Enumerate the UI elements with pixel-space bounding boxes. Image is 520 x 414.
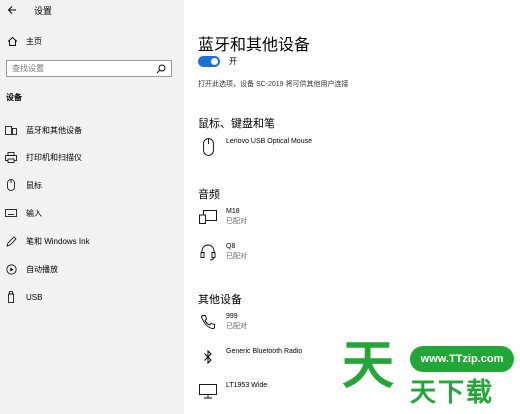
bluetooth-toggle[interactable] — [198, 56, 220, 67]
device-status: 已配对 — [226, 323, 247, 330]
sidebar-item-autoplay[interactable]: 自动播放 — [0, 261, 184, 277]
section-title-other-devices: 其他设备 — [198, 294, 242, 306]
sidebar-item-pen[interactable]: 笔和 Windows Ink — [0, 233, 184, 249]
sidebar: 设置 主页 设备 蓝牙和其他设备 打印机和扫描仪 鼠标 输入 — [0, 0, 184, 414]
device-name: Q8 — [226, 243, 236, 250]
sidebar-item-bluetooth[interactable]: 蓝牙和其他设备 — [0, 122, 184, 138]
search-icon[interactable] — [156, 64, 166, 74]
watermark-url: www.TTzip.com — [420, 353, 504, 365]
sidebar-item-typing[interactable]: 输入 — [0, 205, 184, 221]
watermark-big-char: 天 — [342, 336, 395, 396]
printer-icon — [5, 151, 17, 163]
device-name: 999 — [226, 313, 238, 320]
sidebar-item-label: USB — [26, 292, 43, 302]
section-title-audio: 音频 — [198, 189, 220, 201]
sidebar-item-printers[interactable]: 打印机和扫描仪 — [0, 149, 184, 165]
sidebar-item-usb[interactable]: USB — [0, 289, 184, 305]
discoverable-description: 打开此选项，设备 SC-2019 将可供其他用户连接 — [198, 81, 349, 88]
sidebar-item-mouse[interactable]: 鼠标 — [0, 177, 184, 193]
search-box[interactable] — [6, 60, 172, 77]
bluetooth-devices-icon — [5, 124, 17, 136]
keyboard-icon — [5, 207, 17, 219]
device-item[interactable]: 999 已配对 — [198, 311, 498, 339]
device-name: M18 — [226, 208, 240, 215]
device-item[interactable]: Q8 已配对 — [198, 241, 498, 269]
device-name: LT1953 Wide — [226, 382, 268, 389]
sidebar-item-label: 自动播放 — [26, 264, 58, 274]
device-name: Generic Bluetooth Radio — [226, 348, 303, 355]
back-arrow-icon — [7, 6, 16, 14]
bluetooth-icon — [198, 346, 218, 368]
usb-icon — [5, 291, 17, 303]
toggle-label: 开 — [229, 57, 237, 66]
pen-icon — [5, 235, 17, 247]
headset-icon — [198, 241, 218, 263]
mouse-icon — [198, 136, 218, 158]
sidebar-item-label: 打印机和扫描仪 — [26, 152, 82, 162]
title-bar: 设置 — [0, 0, 184, 20]
mouse-icon — [5, 179, 17, 191]
home-nav-item[interactable]: 主页 — [0, 33, 184, 49]
watermark-logo: 天 www.TTzip.com 天下载 — [340, 336, 518, 412]
speaker-display-icon — [198, 206, 218, 228]
home-label: 主页 — [26, 36, 42, 46]
monitor-icon — [198, 380, 218, 402]
sidebar-item-label: 输入 — [26, 208, 42, 218]
home-icon — [6, 35, 18, 47]
watermark-url-badge: www.TTzip.com — [410, 346, 514, 372]
search-input[interactable] — [12, 64, 152, 73]
app-title: 设置 — [34, 5, 53, 16]
watermark-text: 天下载 — [410, 378, 495, 408]
device-status: 已配对 — [226, 218, 247, 225]
device-status: 已配对 — [226, 253, 247, 260]
device-name: Lenovo USB Optical Mouse — [226, 138, 312, 145]
page-title: 蓝牙和其他设备 — [198, 37, 311, 54]
phone-icon — [198, 311, 218, 333]
toggle-knob — [211, 58, 218, 65]
device-item[interactable]: M18 已配对 — [198, 206, 498, 234]
autoplay-icon — [5, 263, 17, 275]
sidebar-section-title: 设备 — [6, 93, 22, 102]
section-title-input-devices: 鼠标、键盘和笔 — [198, 118, 275, 130]
sidebar-item-label: 蓝牙和其他设备 — [26, 125, 82, 135]
device-item[interactable]: Lenovo USB Optical Mouse — [198, 136, 498, 164]
sidebar-item-label: 笔和 Windows Ink — [26, 236, 90, 246]
back-button[interactable] — [2, 0, 22, 20]
sidebar-item-label: 鼠标 — [26, 180, 42, 190]
